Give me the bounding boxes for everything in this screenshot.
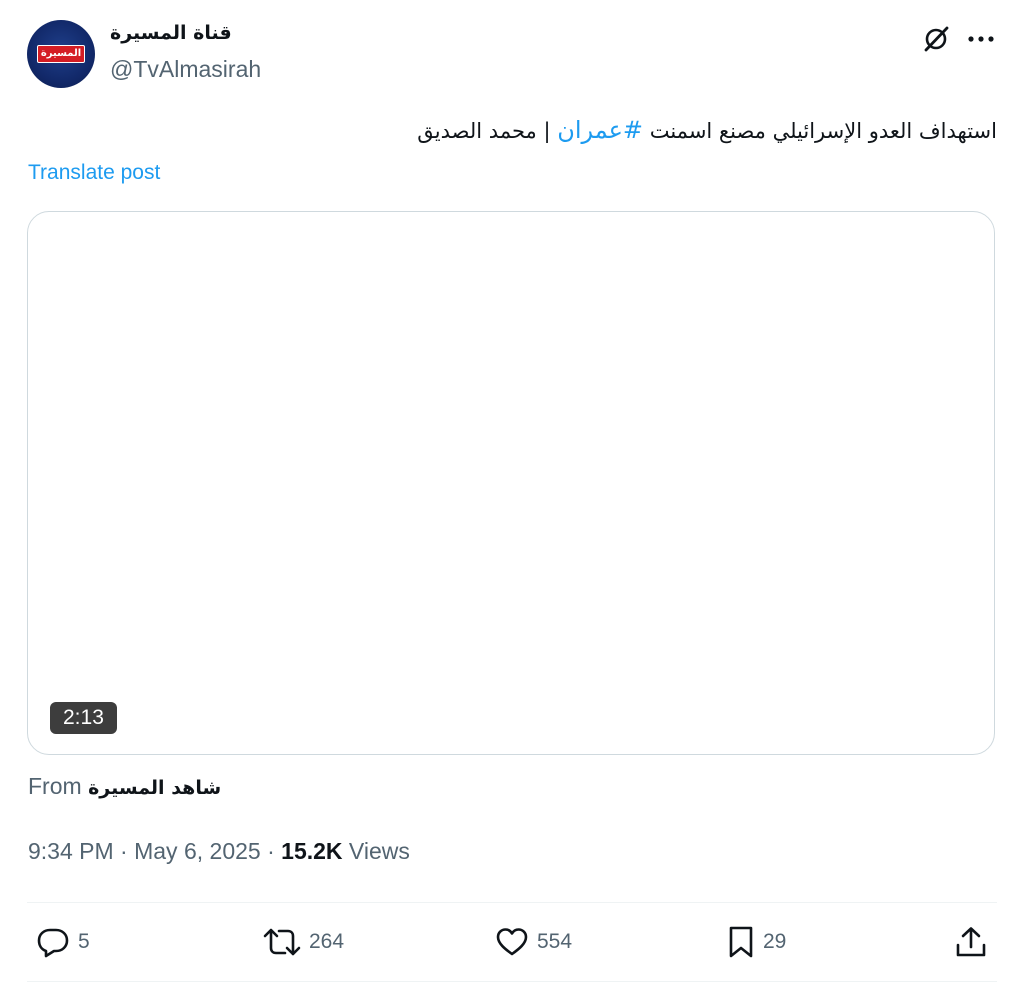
channel-logo: المسيرة — [37, 45, 85, 63]
grok-button[interactable] — [919, 22, 953, 56]
meta-separator: · — [120, 838, 128, 864]
bookmark-button[interactable]: 29 — [727, 922, 786, 962]
post-text-start: استهداف العدو الإسرائيلي مصنع اسمنت — [643, 119, 997, 143]
translate-post-link[interactable]: Translate post — [28, 161, 160, 185]
post-text-end: | محمد الصديق — [417, 119, 558, 143]
divider — [27, 981, 997, 982]
bookmark-count: 29 — [763, 930, 787, 953]
meta-separator: · — [267, 838, 275, 864]
hashtag-link[interactable]: #عمران — [557, 116, 643, 144]
like-button[interactable]: 554 — [495, 922, 572, 962]
bookmark-icon — [729, 926, 753, 958]
repost-count: 264 — [309, 930, 345, 953]
more-icon — [968, 36, 994, 42]
source-name-link[interactable]: شاهد المسيرة — [88, 777, 221, 799]
video-player[interactable]: 2:13 — [27, 211, 995, 755]
video-duration-badge: 2:13 — [50, 702, 117, 734]
grok-icon — [924, 26, 949, 52]
share-icon — [956, 927, 986, 957]
author-display-name[interactable]: قناة المسيرة — [110, 22, 232, 44]
repost-button[interactable]: 264 — [263, 922, 344, 962]
share-button[interactable] — [955, 922, 987, 962]
heart-icon — [496, 928, 528, 956]
reply-count: 5 — [78, 930, 90, 953]
divider — [27, 902, 997, 903]
views-label: Views — [348, 838, 410, 864]
post-time[interactable]: 9:34 PM — [28, 838, 114, 864]
more-button[interactable] — [962, 22, 1000, 56]
like-count: 554 — [537, 930, 573, 953]
post-date[interactable]: May 6, 2025 — [134, 838, 261, 864]
reply-icon — [37, 928, 69, 958]
reply-button[interactable]: 5 — [36, 922, 90, 962]
post-metadata: 9:34 PM · May 6, 2025 · 15.2K Views — [28, 838, 410, 865]
author-handle[interactable]: @TvAlmasirah — [110, 56, 261, 83]
post-detail: المسيرة قناة المسيرة @TvAlmasirah استهدا… — [0, 0, 1024, 983]
repost-icon — [263, 928, 301, 956]
avatar[interactable]: المسيرة — [27, 20, 95, 88]
source-prefix: From — [28, 773, 82, 799]
views-count: 15.2K — [281, 838, 343, 864]
post-text: استهداف العدو الإسرائيلي مصنع اسمنت #عمر… — [417, 116, 997, 144]
source-attribution: From شاهد المسيرة — [28, 773, 221, 800]
